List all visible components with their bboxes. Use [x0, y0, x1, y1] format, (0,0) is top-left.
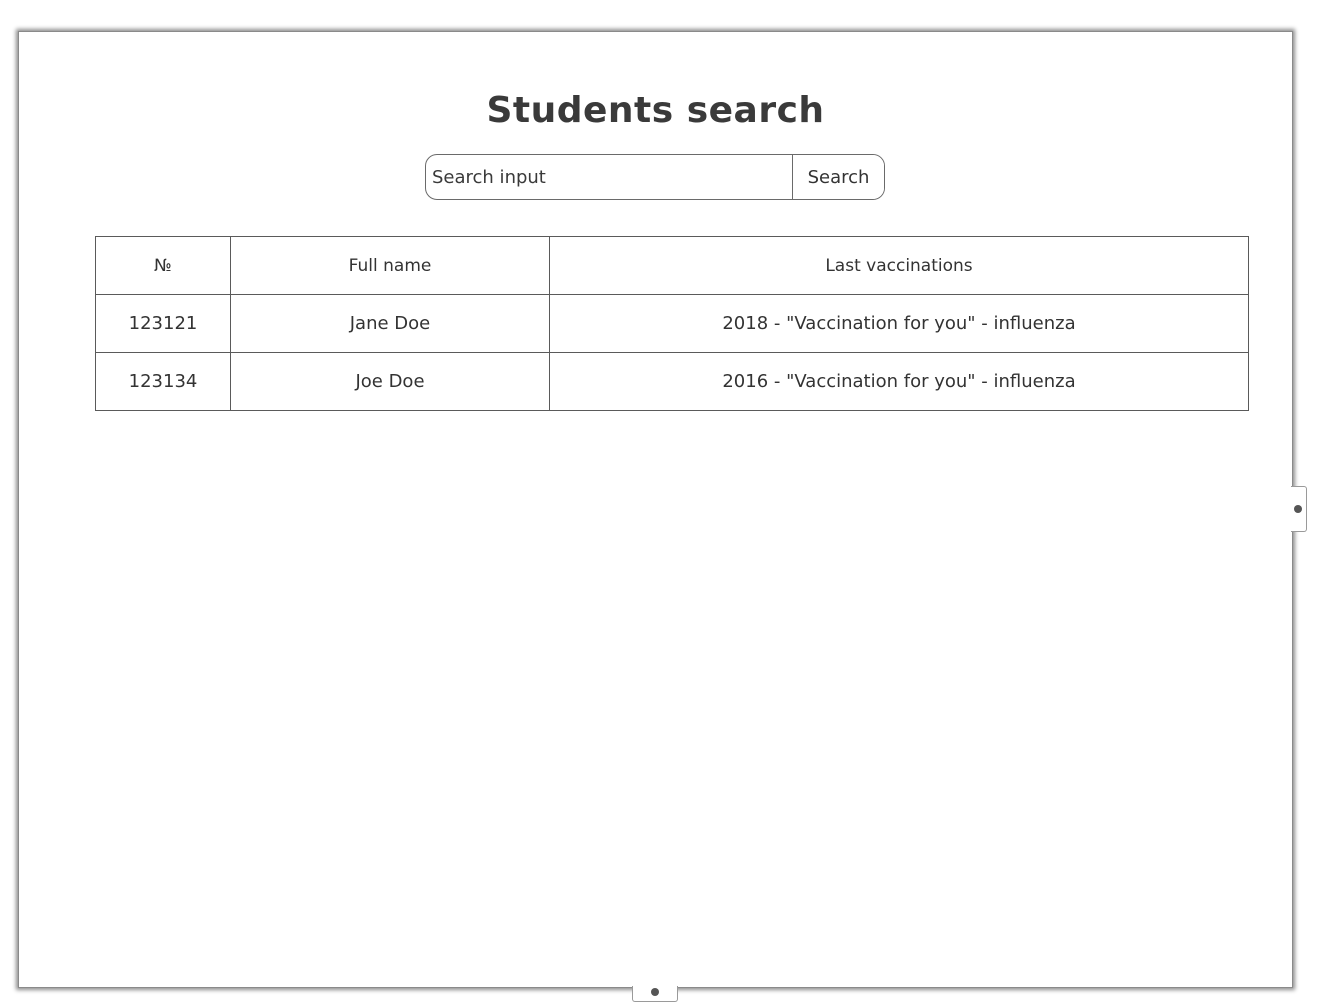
cell-student-number: 123121 — [95, 294, 231, 353]
column-header-number: № — [95, 236, 231, 295]
search-button[interactable]: Search — [792, 155, 884, 199]
resize-handle-icon — [651, 988, 659, 996]
table-header-row: № Full name Last vaccinations — [95, 236, 1249, 295]
resize-handle-bottom[interactable] — [632, 986, 678, 1002]
column-header-full-name: Full name — [230, 236, 550, 295]
cell-full-name: Joe Doe — [230, 352, 550, 411]
students-table-container: № Full name Last vaccinations 123121 Jan… — [95, 236, 1249, 411]
page-title: Students search — [486, 90, 825, 131]
resize-handle-icon — [1294, 505, 1302, 513]
cell-full-name: Jane Doe — [230, 294, 550, 353]
resize-handle-right[interactable] — [1291, 486, 1307, 532]
search-bar: Search — [425, 154, 885, 200]
table-row[interactable]: 123121 Jane Doe 2018 - "Vaccination for … — [95, 294, 1249, 353]
students-table: № Full name Last vaccinations 123121 Jan… — [95, 236, 1249, 411]
search-input[interactable] — [426, 155, 792, 199]
cell-last-vaccinations: 2018 - "Vaccination for you" - influenza — [549, 294, 1249, 353]
wireframe-page: Students search Search № Full name Last … — [18, 31, 1293, 988]
cell-student-number: 123134 — [95, 352, 231, 411]
cell-last-vaccinations: 2016 - "Vaccination for you" - influenza — [549, 352, 1249, 411]
column-header-last-vaccinations: Last vaccinations — [549, 236, 1249, 295]
table-row[interactable]: 123134 Joe Doe 2016 - "Vaccination for y… — [95, 352, 1249, 411]
